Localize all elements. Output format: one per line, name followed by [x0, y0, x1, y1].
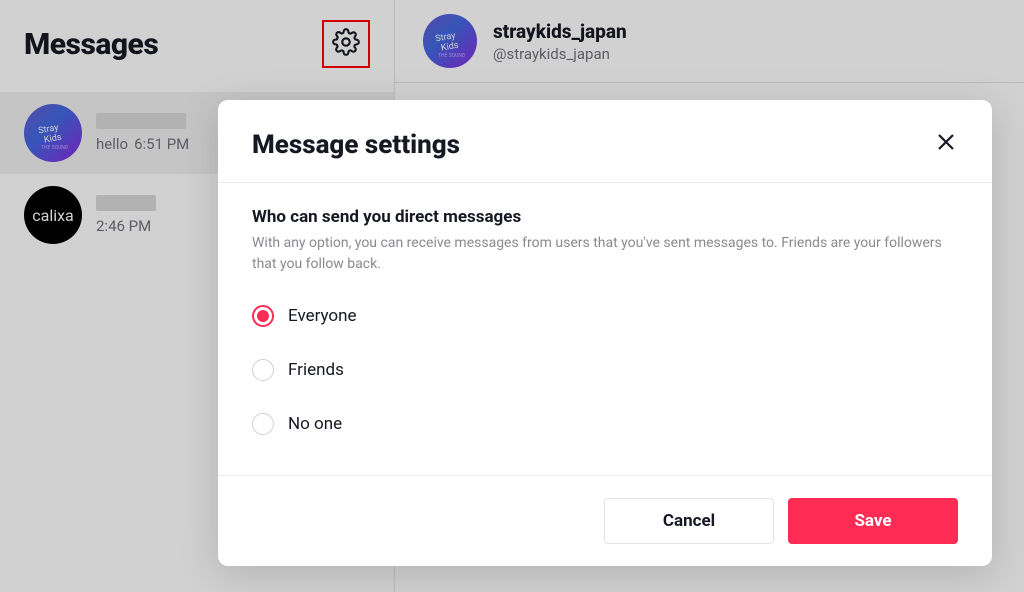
section-title: Who can send you direct messages [252, 207, 958, 227]
section-description: With any option, you can receive message… [252, 233, 952, 275]
save-button[interactable]: Save [788, 498, 958, 544]
close-icon [934, 139, 958, 158]
radio-icon [252, 305, 274, 327]
modal-title: Message settings [252, 130, 460, 160]
close-button[interactable] [934, 130, 958, 154]
radio-option-everyone[interactable]: Everyone [252, 305, 958, 327]
cancel-button[interactable]: Cancel [604, 498, 774, 544]
message-settings-modal: Message settings Who can send you direct… [218, 100, 992, 566]
radio-label: No one [288, 414, 342, 434]
radio-option-noone[interactable]: No one [252, 413, 958, 435]
radio-label: Friends [288, 360, 344, 380]
radio-icon [252, 359, 274, 381]
radio-label: Everyone [288, 306, 357, 326]
radio-option-friends[interactable]: Friends [252, 359, 958, 381]
radio-icon [252, 413, 274, 435]
